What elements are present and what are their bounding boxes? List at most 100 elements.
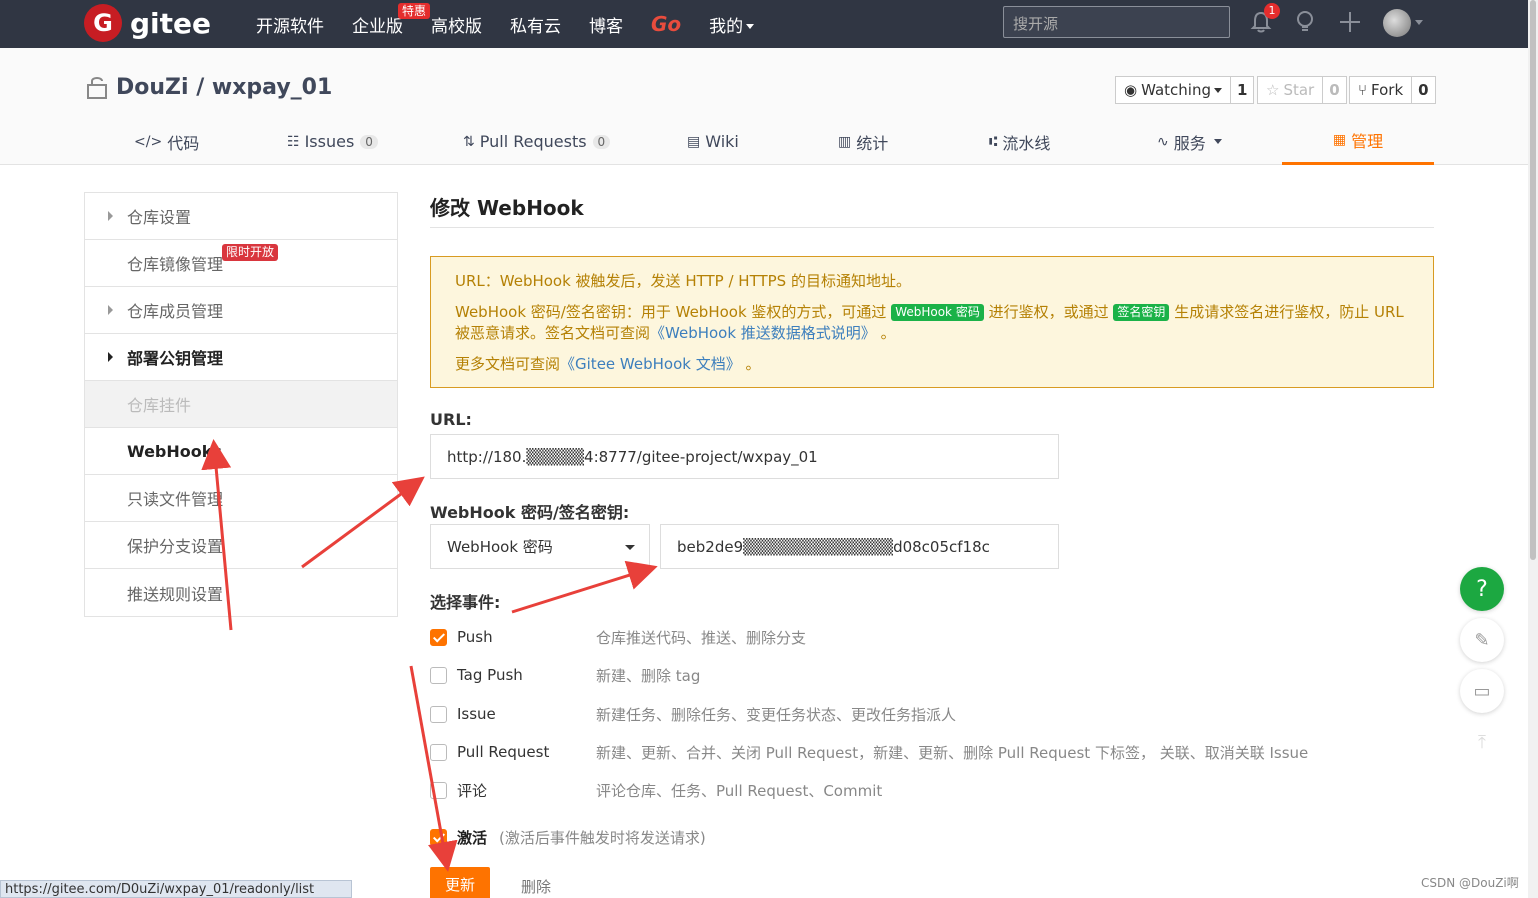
tab-stats[interactable]: ▥ 统计 — [838, 118, 888, 165]
event-desc: 仓库推送代码、推送、删除分支 — [596, 628, 807, 647]
help-button[interactable]: ? — [1460, 567, 1504, 611]
limited-badge: 限时开放 — [222, 244, 279, 261]
stats-icon: ▥ — [838, 133, 852, 150]
secret-type-select[interactable]: WebHook 密码 — [430, 524, 650, 569]
sidebar-item-members[interactable]: 仓库成员管理 — [85, 287, 397, 334]
event-desc: 新建任务、删除任务、变更任务状态、更改任务指派人 — [596, 705, 957, 724]
checkbox-issue[interactable] — [430, 705, 447, 723]
tab-issues-label: Issues — [304, 132, 355, 151]
tab-service[interactable]: ∿ 服务 — [1157, 118, 1222, 165]
lock-icon — [87, 77, 107, 99]
chevron-right-icon — [108, 352, 113, 362]
nav-item-go[interactable]: Go — [651, 12, 681, 36]
fork-count: 0 — [1418, 81, 1429, 99]
back-to-top-button[interactable]: ⤒ — [1460, 720, 1504, 764]
gitee-logo-text: gitee — [130, 6, 212, 40]
delete-button[interactable]: 删除 — [521, 876, 551, 897]
arrow-up-icon: ⤒ — [1478, 731, 1486, 753]
tab-pipeline[interactable]: ⑆ 流水线 — [989, 118, 1050, 165]
checkbox-comment[interactable] — [430, 781, 447, 799]
webhook-form: 修改 WebHook URL：WebHook 被触发后，发送 HTTP / HT… — [430, 192, 1434, 388]
nav-menu: 开源软件 企业版 特惠 高校版 私有云 博客 Go 我的 — [256, 0, 782, 48]
plus-icon[interactable] — [1339, 11, 1361, 33]
lightbulb-icon[interactable] — [1294, 10, 1316, 34]
event-row-comment: 评论 评论仓库、任务、Pull Request、Commit — [430, 780, 882, 800]
link-gitee-webhook-doc[interactable]: 《Gitee WebHook 文档》 — [560, 355, 741, 373]
sidebar-item-deploy-keys[interactable]: 部署公钥管理 — [85, 334, 397, 381]
nav-item-private-cloud[interactable]: 私有云 — [510, 12, 561, 37]
secret-type-value: WebHook 密码 — [447, 538, 553, 556]
event-row-tag-push: Tag Push 新建、删除 tag — [430, 665, 700, 685]
arrow-to-secret — [511, 560, 658, 614]
sidebar-item-widgets[interactable]: 仓库挂件 — [85, 381, 397, 428]
issues-icon: ☷ — [287, 133, 300, 150]
sidebar-item-label: 仓库设置 — [127, 208, 192, 227]
event-name: Pull Request — [457, 743, 550, 761]
pipeline-icon: ⑆ — [989, 133, 998, 150]
fork-button[interactable]: ⑂ Fork 0 — [1349, 76, 1436, 104]
url-input[interactable]: http://180.▒▒▒▒▒4:8777/gitee-project/wxp… — [430, 434, 1059, 479]
nav-item-blog[interactable]: 博客 — [589, 12, 623, 37]
checkbox-push[interactable] — [430, 628, 447, 646]
nav-item-university[interactable]: 高校版 — [431, 12, 482, 37]
active-label: 激活 — [457, 828, 488, 847]
link-webhook-format-doc[interactable]: 《WebHook 推送数据格式说明》 — [650, 324, 876, 342]
checkbox-active[interactable] — [430, 828, 447, 846]
chevron-down-icon — [1213, 139, 1222, 144]
top-navbar: G gitee 开源软件 企业版 特惠 高校版 私有云 博客 Go 我的 搜开源 … — [0, 0, 1528, 48]
sidebar-item-readonly-files[interactable]: 只读文件管理 — [85, 475, 397, 522]
watching-label: ◉ Watching — [1116, 77, 1231, 103]
event-name: Issue — [457, 705, 496, 723]
notice-text: 。 — [880, 324, 896, 342]
edit-icon: ✎ — [1474, 629, 1490, 651]
wiki-icon: ▤ — [687, 133, 701, 150]
checkbox-tag-push[interactable] — [430, 666, 447, 684]
nav-item-enterprise[interactable]: 企业版 特惠 — [352, 2, 431, 37]
page-scrollbar[interactable] — [1528, 0, 1538, 898]
update-button[interactable]: 更新 — [430, 867, 490, 898]
chevron-down-icon[interactable] — [1415, 20, 1423, 25]
tag-sign-key: 签名密钥 — [1113, 304, 1170, 321]
notice-secret: WebHook 密码/签名密钥：用于 WebHook 鉴权的方式，可通过 Web… — [455, 302, 1409, 344]
watching-button[interactable]: ◉ Watching 1 — [1115, 76, 1255, 104]
sidebar-item-push-rules[interactable]: 推送规则设置 — [85, 569, 397, 616]
sidebar-item-repo-settings[interactable]: 仓库设置 — [85, 193, 397, 240]
checkbox-pull-request[interactable] — [430, 743, 447, 761]
sidebar-item-webhooks[interactable]: WebHooks — [85, 428, 397, 475]
chevron-down-icon — [625, 545, 635, 550]
tab-pull-requests-label: Pull Requests — [479, 132, 587, 151]
search-input[interactable]: 搜开源 — [1003, 6, 1230, 38]
star-count: 0 — [1329, 81, 1340, 99]
nav-item-open-source[interactable]: 开源软件 — [256, 12, 324, 37]
url-label: URL: — [430, 410, 472, 429]
repo-title: DouZi / wxpay_01 — [86, 74, 332, 100]
gitee-logo-mark: G — [84, 4, 122, 42]
tab-code[interactable]: </> 代码 — [134, 118, 199, 165]
enterprise-promo-badge: 特惠 — [398, 2, 431, 19]
secret-input[interactable]: beb2de9▒▒▒▒▒▒▒▒▒▒▒▒▒d08c05cf18c — [660, 524, 1059, 569]
feedback-button[interactable]: ✎ — [1460, 618, 1504, 662]
tab-issues[interactable]: ☷ Issues 0 — [287, 118, 378, 165]
tab-manage[interactable]: ▦ 管理 — [1282, 118, 1434, 165]
avatar[interactable] — [1383, 9, 1411, 37]
sidebar-item-label: 推送规则设置 — [127, 584, 224, 604]
active-row: 激活 (激活后事件触发时将发送请求) — [430, 827, 706, 847]
comment-button[interactable]: ▭ — [1460, 669, 1504, 713]
sidebar-item-label: 保护分支设置 — [127, 537, 224, 556]
star-button[interactable]: ☆ Star 0 — [1257, 76, 1347, 104]
chevron-down-icon — [1214, 87, 1222, 93]
notice-text: 进行鉴权，或通过 — [988, 303, 1109, 321]
gitee-logo[interactable]: G gitee — [84, 4, 211, 42]
nav-item-mine[interactable]: 我的 — [709, 12, 755, 37]
tab-stats-label: 统计 — [856, 133, 889, 153]
star-label: ☆ Star — [1258, 77, 1324, 103]
question-icon: ? — [1476, 576, 1488, 602]
watching-text: Watching — [1141, 81, 1211, 99]
notice-more-docs: 更多文档可查阅《Gitee WebHook 文档》 。 — [455, 354, 1409, 375]
repo-name[interactable]: DouZi / wxpay_01 — [116, 75, 332, 100]
tab-wiki[interactable]: ▤ Wiki — [687, 118, 739, 165]
tab-pull-requests[interactable]: ⇅ Pull Requests 0 — [463, 118, 611, 165]
sidebar-item-protected-branches[interactable]: 保护分支设置 — [85, 522, 397, 569]
sidebar-item-mirror[interactable]: 仓库镜像管理 限时开放 — [85, 240, 397, 287]
scrollbar-thumb[interactable] — [1530, 0, 1536, 560]
